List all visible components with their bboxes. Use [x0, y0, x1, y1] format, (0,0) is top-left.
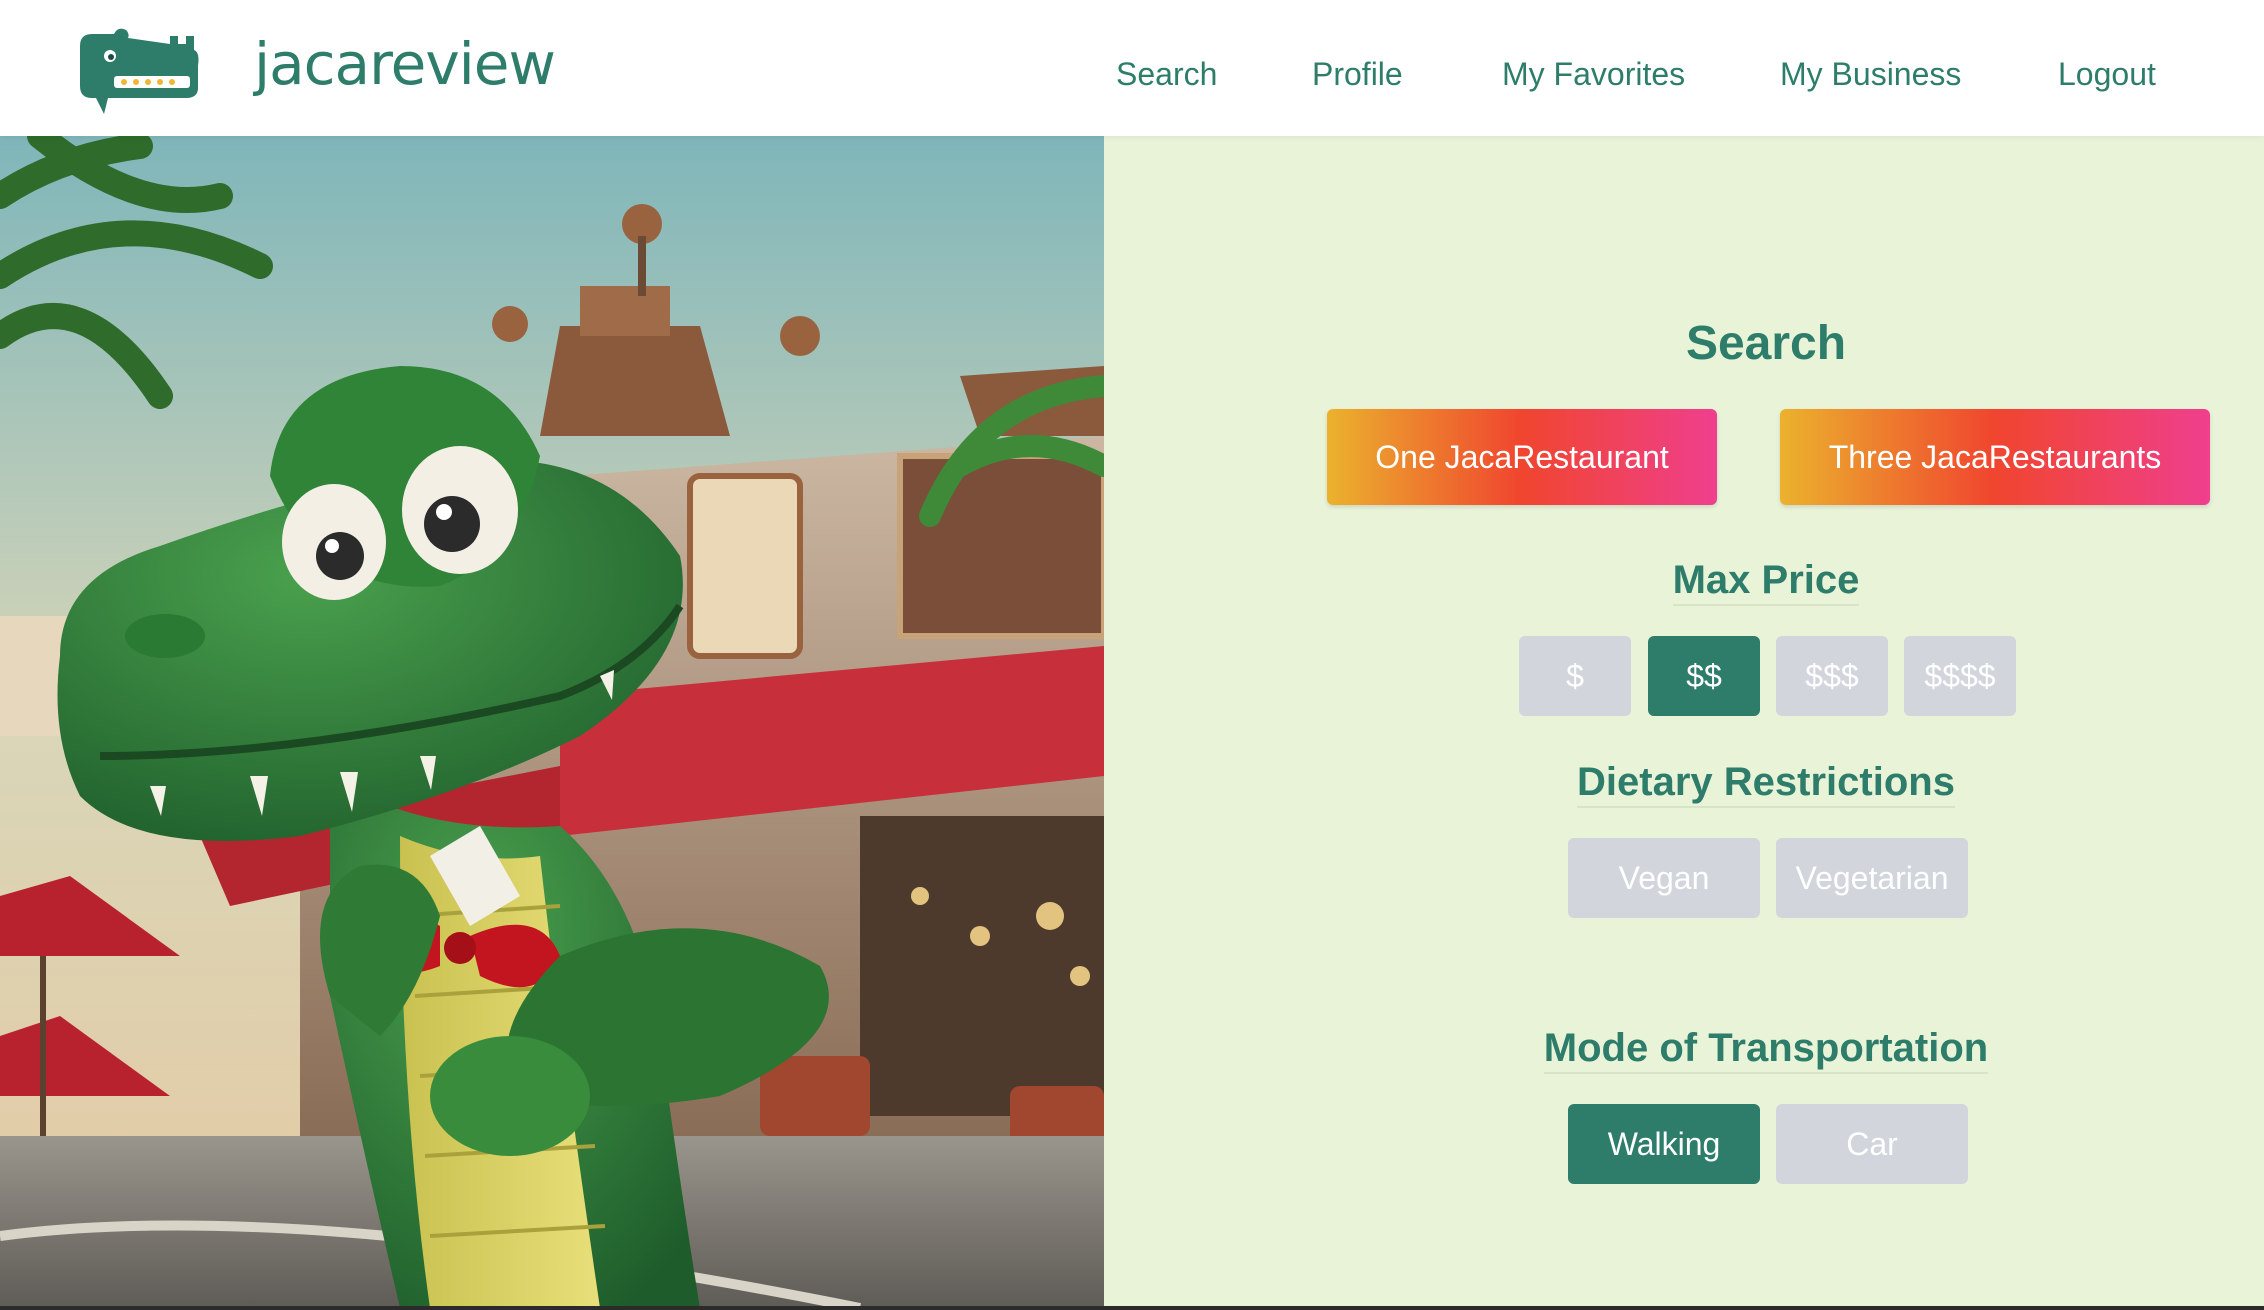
nav-my-favorites[interactable]: My Favorites	[1502, 56, 1685, 93]
max-price-heading: Max Price	[1466, 558, 2066, 606]
nav-logout[interactable]: Logout	[2058, 56, 2156, 93]
hero-image	[0, 136, 1104, 1308]
dietary-title: Dietary Restrictions	[1577, 760, 1955, 808]
nav-search[interactable]: Search	[1116, 56, 1217, 93]
max-price-title: Max Price	[1672, 558, 1860, 606]
one-jacarestaurant-button[interactable]: One JacaRestaurant	[1327, 409, 1717, 505]
car-option[interactable]: Car	[1776, 1104, 1968, 1184]
three-jacarestaurants-button[interactable]: Three JacaRestaurants	[1780, 409, 2210, 505]
top-header: jacareview Search Profile My Favorites M…	[0, 0, 2264, 136]
price-option-4[interactable]: $$$$	[1904, 636, 2016, 716]
bottom-border	[0, 1306, 2264, 1310]
search-panel: Search One JacaRestaurant Three JacaRest…	[1104, 136, 2264, 1308]
crocodile-mascot-illustration	[0, 136, 1104, 1308]
nav-my-business[interactable]: My Business	[1780, 56, 1961, 93]
nav-profile[interactable]: Profile	[1312, 56, 1403, 93]
transport-heading: Mode of Transportation	[1466, 1026, 2066, 1074]
search-title: Search	[1685, 317, 1847, 370]
dietary-heading: Dietary Restrictions	[1466, 760, 2066, 808]
vegetarian-option[interactable]: Vegetarian	[1776, 838, 1968, 918]
price-option-1[interactable]: $	[1519, 636, 1631, 716]
app-page: jacareview Search Profile My Favorites M…	[0, 0, 2264, 1310]
price-option-2[interactable]: $$	[1648, 636, 1760, 716]
transport-title: Mode of Transportation	[1543, 1026, 1989, 1074]
walking-option[interactable]: Walking	[1568, 1104, 1760, 1184]
vegan-option[interactable]: Vegan	[1568, 838, 1760, 918]
price-option-3[interactable]: $$$	[1776, 636, 1888, 716]
main-nav: Search Profile My Favorites My Business …	[0, 56, 2264, 96]
